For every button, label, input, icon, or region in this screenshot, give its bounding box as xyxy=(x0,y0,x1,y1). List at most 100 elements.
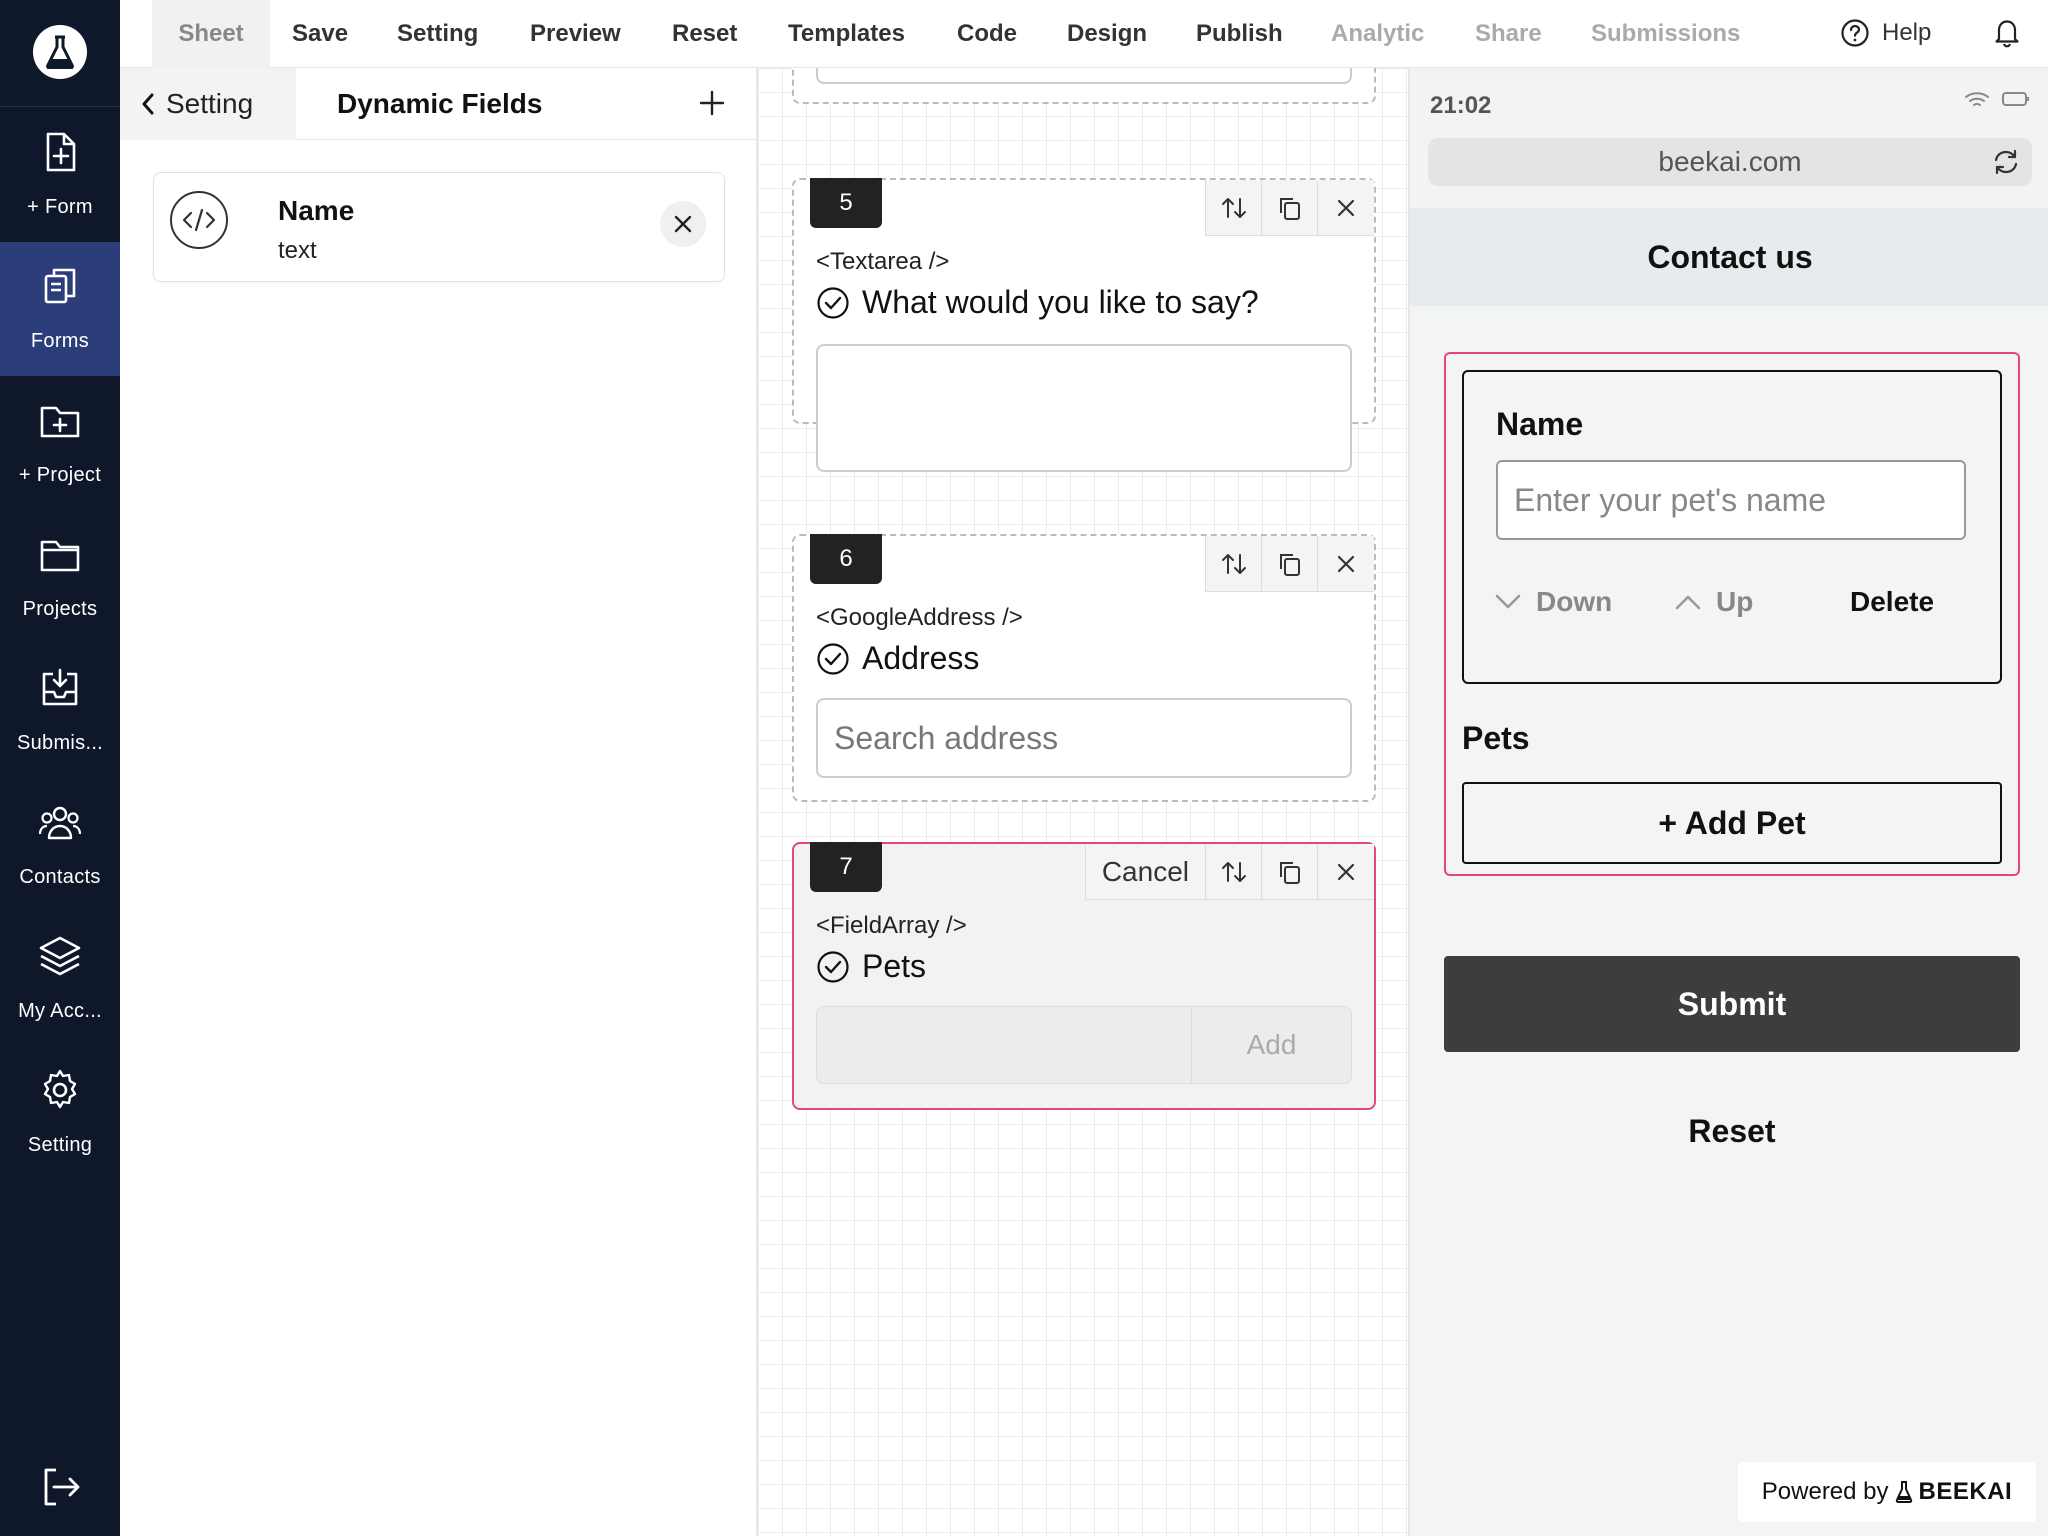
menu-templates[interactable]: Templates xyxy=(788,0,905,68)
chevron-left-icon xyxy=(142,93,154,115)
menu-share[interactable]: Share xyxy=(1475,0,1542,68)
sidebar-item-new-form[interactable]: + Form xyxy=(0,108,120,242)
question-label: What would you like to say? xyxy=(816,284,1259,321)
sidebar-item-new-project[interactable]: + Project xyxy=(0,376,120,510)
menu-design[interactable]: Design xyxy=(1067,0,1147,68)
powered-brand: BEEKAI xyxy=(1918,1478,2013,1505)
delete-pet-button[interactable]: Delete xyxy=(1850,572,1934,632)
field-array-add-button[interactable]: Add xyxy=(1191,1007,1351,1083)
forms-icon xyxy=(44,268,76,304)
swap-vertical-icon xyxy=(1221,554,1246,574)
back-label: Setting xyxy=(166,88,254,119)
flask-logo-icon[interactable] xyxy=(33,25,87,79)
delete-block-button[interactable] xyxy=(1318,536,1374,592)
search-address-input[interactable]: Search address xyxy=(816,698,1352,778)
inbox-icon xyxy=(42,668,78,706)
sidebar-item-setting[interactable]: Setting xyxy=(0,1046,120,1180)
move-up-button[interactable]: Up xyxy=(1674,572,1753,632)
duplicate-button[interactable] xyxy=(1262,536,1318,592)
block-number: 6 xyxy=(810,534,882,584)
sidebar-item-contacts[interactable]: Contacts xyxy=(0,778,120,912)
component-tag: <FieldArray /> xyxy=(816,912,967,939)
file-plus-icon xyxy=(46,132,76,172)
code-icon xyxy=(170,191,228,249)
close-icon xyxy=(1337,199,1355,217)
sidebar-item-label: + Project xyxy=(18,464,102,486)
menu-analytic[interactable]: Analytic xyxy=(1331,0,1424,68)
reorder-button[interactable] xyxy=(1206,180,1262,236)
menu-sheet[interactable]: Sheet xyxy=(152,0,270,68)
form-block-textarea[interactable]: 5 <Textarea /> What would you like to sa… xyxy=(792,178,1376,472)
logo-divider xyxy=(0,106,120,107)
check-circle-icon xyxy=(817,950,849,983)
duplicate-button[interactable] xyxy=(1262,844,1318,900)
field-array-input[interactable] xyxy=(817,1007,1191,1083)
browser-chrome: 21:02 beekai.com xyxy=(1410,68,2048,208)
close-icon xyxy=(1337,555,1355,573)
field-name: Name xyxy=(278,195,355,226)
close-icon xyxy=(1337,863,1355,881)
dynamic-field-card[interactable]: Name text xyxy=(153,172,725,282)
close-icon xyxy=(674,215,692,233)
bell-icon[interactable] xyxy=(1990,15,2024,49)
remove-field-button[interactable] xyxy=(660,201,706,247)
menu-submissions[interactable]: Submissions xyxy=(1591,0,1740,68)
sidebar-item-my-account[interactable]: My Acc... xyxy=(0,912,120,1046)
submit-button[interactable]: Submit xyxy=(1444,956,2020,1052)
form-block-4-partial[interactable] xyxy=(792,68,1376,104)
menu-code[interactable]: Code xyxy=(957,0,1017,68)
copy-icon xyxy=(1279,554,1300,576)
copy-icon xyxy=(1279,862,1300,884)
mobile-preview: 21:02 beekai.com Contact us Name Enter y… xyxy=(1408,68,2048,1536)
reorder-button[interactable] xyxy=(1206,844,1262,900)
sidebar-item-label: Projects xyxy=(22,598,98,620)
menu-preview[interactable]: Preview xyxy=(530,0,621,68)
powered-by-badge[interactable]: Powered by BEEKAI xyxy=(1738,1462,2036,1522)
help-button[interactable]: Help xyxy=(1840,16,1931,50)
sidebar-item-submissions[interactable]: Submis... xyxy=(0,644,120,778)
move-down-button[interactable]: Down xyxy=(1494,572,1612,632)
swap-vertical-icon xyxy=(1221,862,1246,882)
delete-block-button[interactable] xyxy=(1318,180,1374,236)
block-toolbar xyxy=(1205,180,1374,236)
form-block-google-address[interactable]: 6 <GoogleAddress /> Address Search addre… xyxy=(792,534,1376,802)
duplicate-button[interactable] xyxy=(1262,180,1318,236)
folder-icon xyxy=(40,540,80,572)
dynamic-fields-panel: Setting Dynamic Fields Name text xyxy=(120,68,758,1536)
menu-publish[interactable]: Publish xyxy=(1196,0,1283,68)
reset-button[interactable]: Reset xyxy=(1444,1098,2020,1164)
delete-block-button[interactable] xyxy=(1318,844,1374,900)
menu-reset[interactable]: Reset xyxy=(672,0,737,68)
sidebar-item-label: Submis... xyxy=(16,732,104,754)
pets-label: Pets xyxy=(1462,720,1530,756)
logout-icon[interactable] xyxy=(40,1466,82,1508)
sidebar-item-projects[interactable]: Projects xyxy=(0,510,120,644)
question-text: Pets xyxy=(862,948,927,984)
block-number: 5 xyxy=(810,178,882,228)
copy-icon xyxy=(1279,198,1300,220)
add-pet-button[interactable]: + Add Pet xyxy=(1462,782,2002,864)
cancel-button[interactable]: Cancel xyxy=(1086,844,1206,900)
back-to-setting-button[interactable]: Setting xyxy=(120,68,296,140)
textarea-field[interactable] xyxy=(816,344,1352,472)
status-icons xyxy=(1964,90,2030,110)
menu-setting[interactable]: Setting xyxy=(397,0,478,68)
pets-field-array-preview: Name Enter your pet's name Down Up Delet… xyxy=(1444,352,2020,876)
block-4-input xyxy=(816,68,1352,84)
pet-name-input[interactable]: Enter your pet's name xyxy=(1496,460,1966,540)
sidebar-item-label: + Form xyxy=(27,196,93,218)
search-address-placeholder: Search address xyxy=(834,719,1059,756)
menu-save[interactable]: Save xyxy=(292,0,348,68)
sidebar-item-forms[interactable]: Forms xyxy=(0,242,120,376)
help-circle-icon xyxy=(1841,19,1869,47)
form-block-field-array[interactable]: 7 Cancel <FieldArray /> Pets Add xyxy=(792,842,1376,1110)
gear-icon xyxy=(43,1069,77,1109)
url-bar[interactable]: beekai.com xyxy=(1428,138,2032,186)
component-tag: <Textarea /> xyxy=(816,248,950,275)
add-field-plus-icon[interactable] xyxy=(695,86,729,120)
down-label: Down xyxy=(1536,586,1613,617)
question-label: Address xyxy=(816,640,979,677)
check-circle-icon xyxy=(817,642,849,675)
reorder-button[interactable] xyxy=(1206,536,1262,592)
refresh-icon[interactable] xyxy=(1990,146,2022,178)
